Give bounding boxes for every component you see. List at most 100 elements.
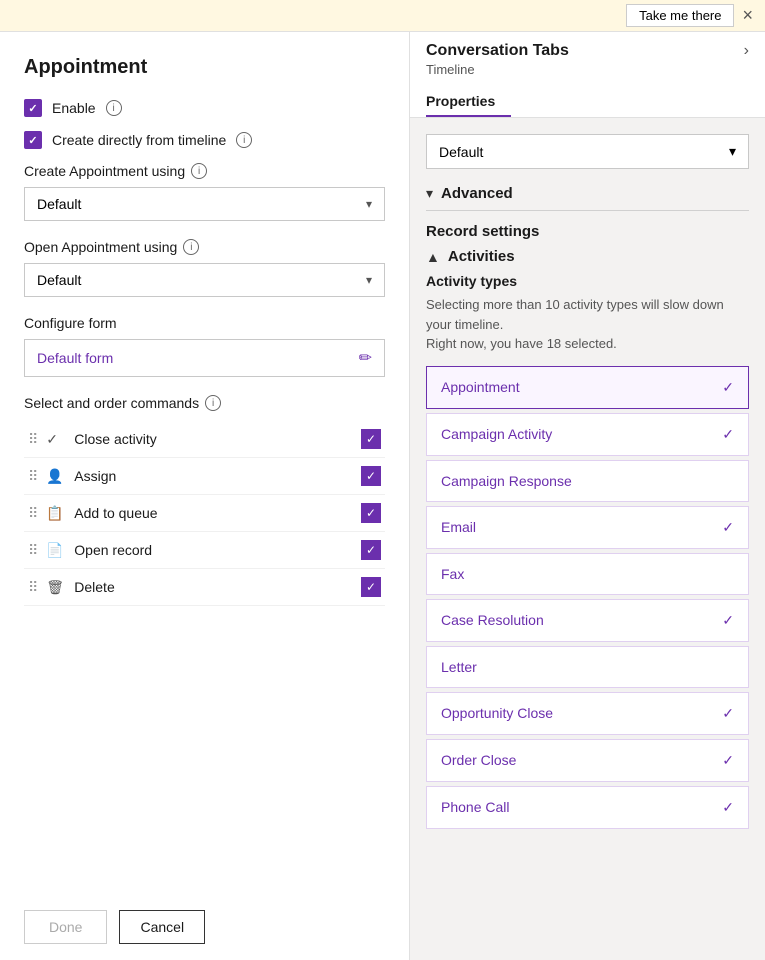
conv-tabs-row: Conversation Tabs › [426,42,749,60]
drag-handle-icon[interactable]: ⠿ [28,505,38,522]
activity-item[interactable]: Appointment ✓ [426,366,749,409]
open-using-arrow-icon: ▾ [366,273,372,287]
activity-list: Appointment ✓ Campaign Activity ✓ Campai… [426,366,749,833]
cmd-checkbox[interactable] [361,577,381,597]
create-directly-label: Create directly from timeline [52,132,226,148]
activity-item[interactable]: Order Close ✓ [426,739,749,782]
activity-item-label: Campaign Activity [441,426,552,442]
command-row: ⠿ 🗑 Delete [24,569,385,606]
create-directly-row: Create directly from timeline i [24,131,385,149]
activity-check-icon: ✓ [722,705,734,722]
cmd-label: Open record [74,542,353,558]
activity-check-icon: ✓ [722,426,734,443]
configure-form-label: Configure form [24,315,117,331]
create-using-info-icon[interactable]: i [191,163,207,179]
commands-section: Select and order commands i ⠿ ✓ Close ac… [24,395,385,886]
activity-check-icon: ✓ [722,752,734,769]
activity-item[interactable]: Campaign Activity ✓ [426,413,749,456]
command-row: ⠿ 📋 Add to queue [24,495,385,532]
take-me-there-button[interactable]: Take me there [626,4,734,27]
cmd-type-icon: 👤 [46,468,66,485]
default-select-dropdown[interactable]: Default ▾ [426,134,749,169]
activity-item[interactable]: Fax [426,553,749,595]
banner-close-button[interactable]: × [742,5,753,26]
activity-item[interactable]: Letter [426,646,749,688]
activity-item-label: Opportunity Close [441,705,553,721]
default-form-label: Default form [37,350,113,366]
open-using-dropdown[interactable]: Default ▾ [24,263,385,297]
activity-check-icon: ✓ [722,519,734,536]
configure-form-label-row: Configure form [24,315,385,331]
appointment-title: Appointment [24,56,385,79]
activity-item-label: Letter [441,659,477,675]
activity-item[interactable]: Opportunity Close ✓ [426,692,749,735]
conv-tabs-title: Conversation Tabs [426,42,569,60]
drag-handle-icon[interactable]: ⠿ [28,542,38,559]
record-settings-title: Record settings [426,223,749,240]
done-button: Done [24,910,107,944]
advanced-divider [426,210,749,211]
command-list: ⠿ ✓ Close activity ⠿ 👤 Assign ⠿ 📋 Add to… [24,421,385,606]
commands-info-icon[interactable]: i [205,395,221,411]
nav-arrow-icon[interactable]: › [744,42,749,60]
cmd-type-icon: 🗑 [46,579,66,596]
open-using-section: Open Appointment using i [24,239,385,255]
timeline-label: Timeline [426,60,749,85]
drag-handle-icon[interactable]: ⠿ [28,579,38,596]
activity-item[interactable]: Case Resolution ✓ [426,599,749,642]
enable-row: Enable i [24,99,385,117]
create-using-dropdown[interactable]: Default ▾ [24,187,385,221]
default-select-arrow-icon: ▾ [729,143,736,160]
advanced-title: Advanced [441,185,513,202]
activity-item[interactable]: Campaign Response [426,460,749,502]
command-row: ⠿ 📄 Open record [24,532,385,569]
activity-item-label: Order Close [441,752,516,768]
form-config-box[interactable]: Default form ✏ [24,339,385,377]
create-directly-checkbox[interactable] [24,131,42,149]
cmd-checkbox[interactable] [361,540,381,560]
command-row: ⠿ 👤 Assign [24,458,385,495]
cmd-label: Add to queue [74,505,353,521]
right-header: Conversation Tabs › Timeline Properties [410,32,765,118]
commands-title: Select and order commands i [24,395,385,411]
edit-form-icon[interactable]: ✏ [359,348,372,368]
create-using-value: Default [37,196,81,212]
properties-tab[interactable]: Properties [426,85,511,117]
enable-info-icon[interactable]: i [106,100,122,116]
create-using-arrow-icon: ▾ [366,197,372,211]
open-using-label: Open Appointment using [24,239,177,255]
top-banner: Take me there × [0,0,765,32]
right-panel: Conversation Tabs › Timeline Properties … [410,32,765,960]
cmd-checkbox[interactable] [361,466,381,486]
activity-item-label: Campaign Response [441,473,572,489]
default-select-row: Default ▾ [426,134,749,169]
open-using-info-icon[interactable]: i [183,239,199,255]
activity-item[interactable]: Phone Call ✓ [426,786,749,829]
activities-chevron-icon: ▲ [426,249,440,265]
cmd-label: Delete [74,579,353,595]
cmd-type-icon: 📄 [46,542,66,559]
enable-checkbox[interactable] [24,99,42,117]
cmd-type-icon: ✓ [46,431,66,448]
cmd-type-icon: 📋 [46,505,66,522]
cmd-label: Assign [74,468,353,484]
advanced-section-header[interactable]: ▾ Advanced [426,185,749,202]
activities-title: Activities [448,248,515,265]
command-row: ⠿ ✓ Close activity [24,421,385,458]
activity-check-icon: ✓ [722,799,734,816]
props-tab: Properties [426,85,749,117]
cmd-checkbox[interactable] [361,429,381,449]
cancel-button[interactable]: Cancel [119,910,205,944]
activity-item-label: Fax [441,566,464,582]
drag-handle-icon[interactable]: ⠿ [28,468,38,485]
cmd-checkbox[interactable] [361,503,381,523]
activity-check-icon: ✓ [722,612,734,629]
create-directly-info-icon[interactable]: i [236,132,252,148]
activities-section-header[interactable]: ▲ Activities [426,248,749,265]
panel-footer: Done Cancel [24,894,385,944]
drag-handle-icon[interactable]: ⠿ [28,431,38,448]
activities-section: ▲ Activities Activity types Selecting mo… [426,248,749,833]
default-select-value: Default [439,144,483,160]
activity-item[interactable]: Email ✓ [426,506,749,549]
advanced-chevron-icon: ▾ [426,185,433,202]
